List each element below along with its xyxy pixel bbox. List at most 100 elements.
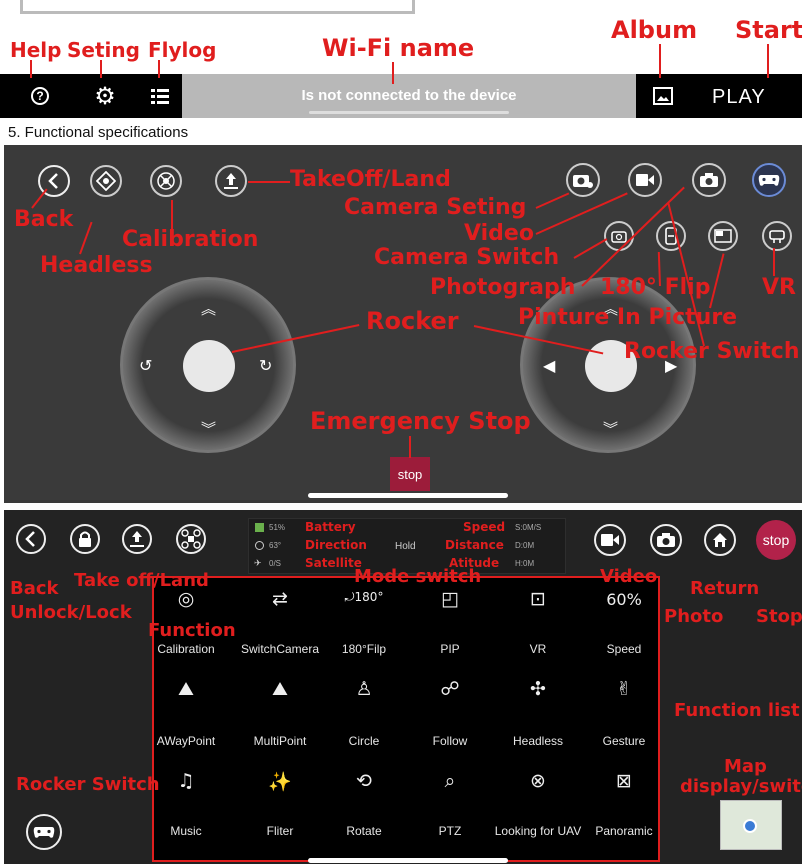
function-item-pip[interactable]: PIP <box>400 642 500 656</box>
control-panel-basic: ︽ ︾ ↺ ↻ ︽ ︾ ◀ ▶ stop Back Headless Calib… <box>4 145 802 503</box>
video-button[interactable] <box>594 524 626 556</box>
pointer-line <box>30 60 32 78</box>
battery-icon <box>255 523 264 532</box>
speed-value: S:0M/S <box>515 523 542 532</box>
photo-button[interactable] <box>650 524 682 556</box>
left-rocker[interactable]: ︽ ︾ ↺ ↻ <box>120 277 296 453</box>
takeoff-icon <box>130 531 144 547</box>
headless-icon: ✣ <box>530 678 546 700</box>
arrow-left-icon: ◀ <box>543 356 556 375</box>
rotate-right-icon: ↻ <box>259 356 273 375</box>
pointer-line <box>392 62 394 84</box>
flip-button[interactable] <box>656 221 686 251</box>
function-item-calibration[interactable]: Calibration <box>136 642 236 656</box>
unlock-lock-button[interactable] <box>70 524 100 554</box>
label-video: Video <box>600 566 658 587</box>
label-help: Help <box>10 38 62 62</box>
label-back: Back <box>14 207 74 232</box>
stop-button[interactable]: stop <box>756 520 796 560</box>
pip-button[interactable] <box>708 221 738 251</box>
pointer-line <box>100 60 102 78</box>
lock-icon <box>79 531 91 547</box>
label-headless: Headless <box>40 253 153 278</box>
camera-switch-icon <box>611 231 627 243</box>
function-item-panoramic[interactable]: Panoramic <box>574 824 674 838</box>
function-item-vr[interactable]: VR <box>488 642 588 656</box>
label-return: Return <box>690 578 760 599</box>
compass-icon <box>255 541 264 550</box>
calibration-icon <box>157 172 175 190</box>
map-thumbnail[interactable] <box>720 800 782 850</box>
speed-icon: 60% <box>606 590 642 609</box>
help-button[interactable]: ? <box>10 74 70 118</box>
label-function-list: Function list <box>674 700 800 721</box>
function-item-headless[interactable]: Headless <box>488 734 588 748</box>
camera-icon <box>700 173 718 187</box>
label-rocker-switch: Rocker Switch <box>16 774 160 795</box>
play-button[interactable]: PLAY <box>712 86 766 109</box>
function-item-awaypoint[interactable]: AWayPoint <box>136 734 236 748</box>
flylog-button[interactable] <box>140 74 180 118</box>
vr-button[interactable] <box>762 221 792 251</box>
function-item-follow[interactable]: Follow <box>400 734 500 748</box>
direction-value: 63° <box>269 541 282 550</box>
calibration-button[interactable] <box>150 165 182 197</box>
rocker-switch-button[interactable] <box>26 814 62 850</box>
right-rocker[interactable]: ︽ ︾ ◀ ▶ <box>520 277 696 453</box>
video-icon <box>636 174 654 186</box>
function-button[interactable] <box>176 524 206 554</box>
album-button[interactable] <box>640 74 686 118</box>
label-video: Video <box>464 221 534 246</box>
label-camera-switch: Camera Switch <box>374 245 560 270</box>
pointer-line <box>659 44 661 78</box>
pointer-line <box>767 44 769 78</box>
distance-value: D:0M <box>515 541 535 550</box>
label-setting: Seting <box>67 38 140 62</box>
label-flylog: Flylog <box>148 38 217 62</box>
settings-button[interactable]: ⚙ <box>76 74 134 118</box>
image-icon <box>653 87 673 105</box>
list-icon <box>151 89 169 104</box>
function-item-speed[interactable]: Speed <box>574 642 674 656</box>
label-calibration: Calibration <box>122 227 259 252</box>
function-item-looking-for-uav[interactable]: Looking for UAV <box>488 824 588 838</box>
left-rocker-knob[interactable] <box>183 340 235 392</box>
label-battery: Battery <box>305 520 356 534</box>
photo-button[interactable] <box>692 163 726 197</box>
back-button[interactable] <box>16 524 46 554</box>
top-toolbar: ? ⚙ Is not connected to the device PLAY <box>0 74 802 118</box>
video-button[interactable] <box>628 163 662 197</box>
label-unlock-lock: Unlock/Lock <box>10 602 132 623</box>
label-album: Album <box>611 16 698 44</box>
rocker-switch-button[interactable] <box>752 163 786 197</box>
looking-for-uav-icon: ⊗ <box>530 770 546 792</box>
takeoff-land-button[interactable] <box>215 165 247 197</box>
satellite-value: 0/S <box>269 559 282 568</box>
label-distance: Distance <box>445 538 504 552</box>
circle-icon: ♙ <box>355 678 373 700</box>
ptz-icon: ⌕ <box>444 770 456 792</box>
label-rocker-switch: Rocker Switch <box>624 339 800 364</box>
label-direction: Direction <box>305 538 367 552</box>
camera-icon <box>657 533 675 547</box>
rotate-icon: ⟲ <box>356 770 372 792</box>
function-item-ptz[interactable]: PTZ <box>400 824 500 838</box>
gamepad-icon <box>758 175 780 186</box>
return-button[interactable] <box>704 524 736 556</box>
emergency-stop-button[interactable]: stop <box>390 457 430 491</box>
flip-180-icon: ⤾180° <box>344 590 384 604</box>
camera-setting-button[interactable] <box>566 163 600 197</box>
label-wifi: Wi-Fi name <box>322 34 475 62</box>
function-item-music[interactable]: Music <box>136 824 236 838</box>
function-item-circle[interactable]: Circle <box>314 734 414 748</box>
function-item-flip[interactable]: 180°Filp <box>314 642 414 656</box>
camera-switch-button[interactable] <box>604 221 634 251</box>
pointer-line <box>709 253 725 309</box>
takeoff-land-button[interactable] <box>122 524 152 554</box>
home-indicator <box>308 858 508 863</box>
function-item-gesture[interactable]: Gesture <box>574 734 674 748</box>
gesture-icon: ✌ <box>616 678 632 700</box>
function-item-rotate[interactable]: Rotate <box>314 824 414 838</box>
chevron-down-icon: ︾ <box>201 420 217 438</box>
headless-button[interactable] <box>90 165 122 197</box>
